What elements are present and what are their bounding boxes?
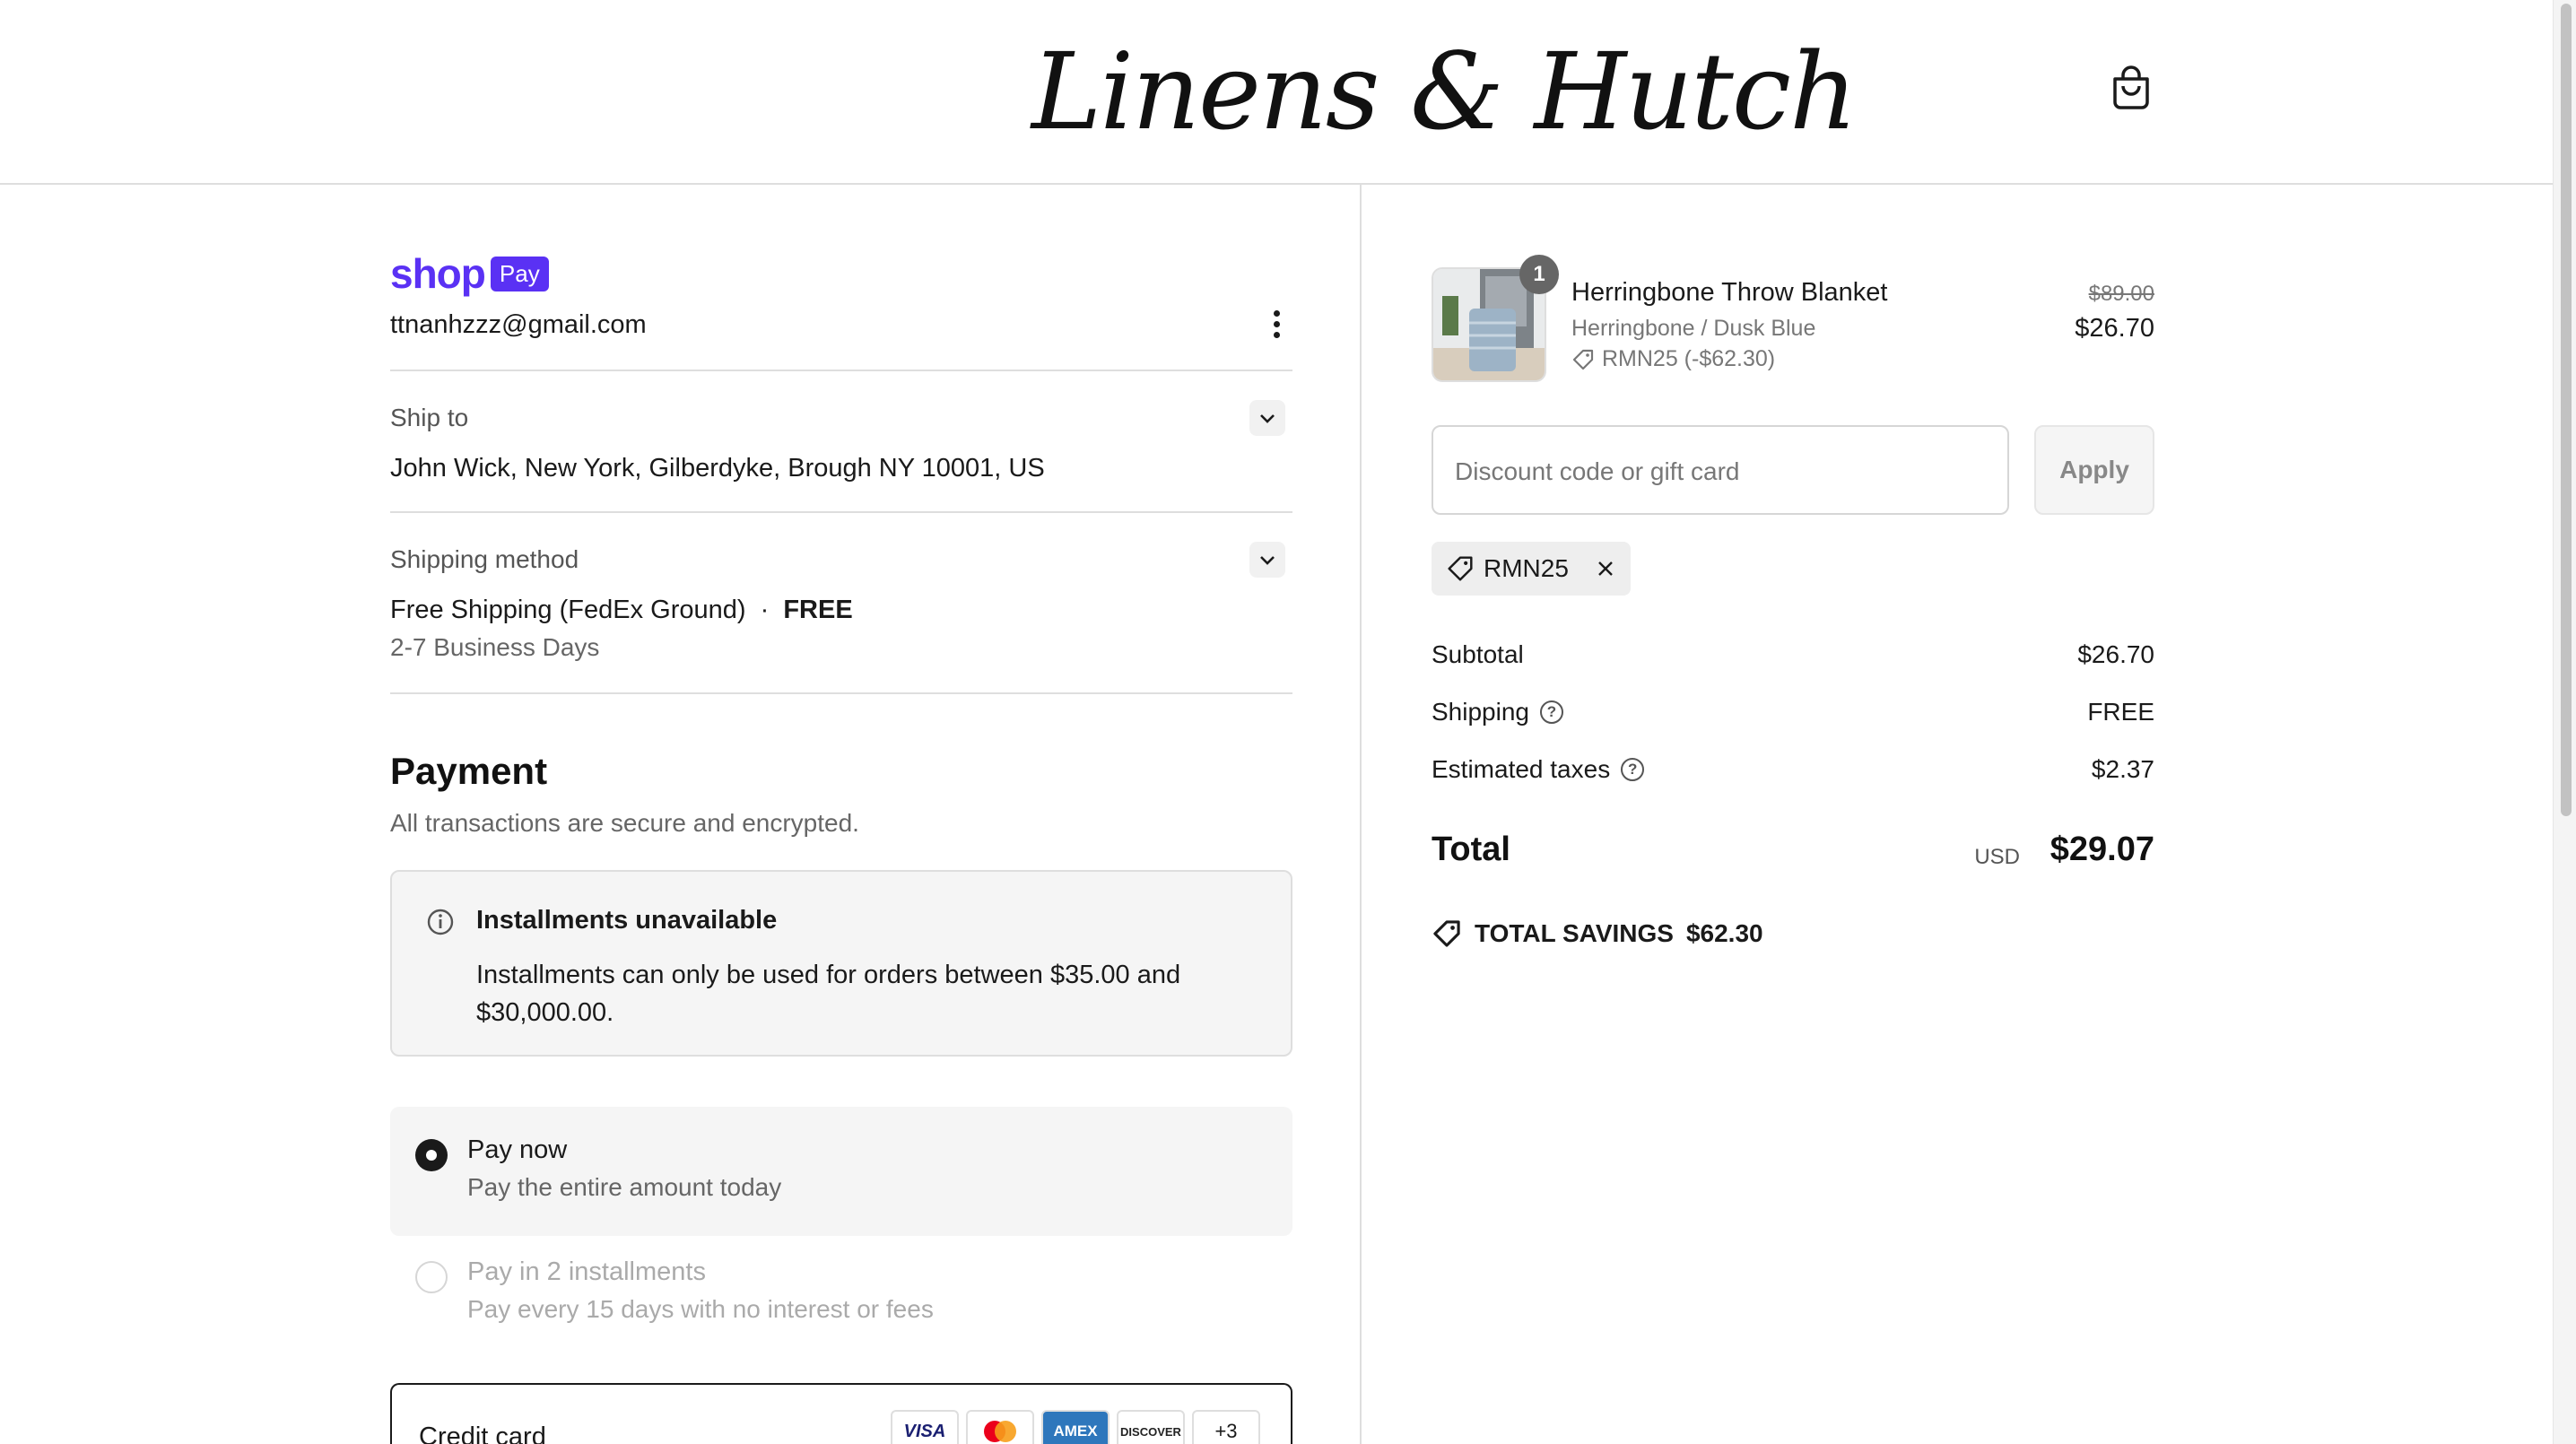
subtotal-value: $26.70 [2077,640,2154,668]
taxes-value: $2.37 [2091,755,2154,783]
product-discount: RMN25 (-$62.30) [1571,346,1775,372]
pay-now-option[interactable]: Pay now Pay the entire amount today [390,1107,1292,1236]
subtotal-label: Subtotal [1432,640,1524,669]
product-discount-text: RMN25 (-$62.30) [1602,346,1776,371]
notice-title: Installments unavailable [476,906,778,935]
discover-icon: DISCOVER [1117,1410,1185,1444]
pay-now-title: Pay now [467,1135,568,1164]
shipping-method-name: Free Shipping (FedEx Ground) [390,596,746,624]
tag-icon [1448,556,1473,581]
ship-to-label: Ship to [390,404,469,431]
chevron-down-icon [1260,556,1275,565]
pay-in-installments-radio[interactable] [415,1261,448,1293]
shop-pay-badge: Pay [490,256,549,291]
installments-notice: Installments unavailable Installments ca… [390,870,1292,1057]
total-savings-value: $62.30 [1685,919,1763,947]
original-price: $89.00 [2088,282,2154,306]
account-email: ttnanhzzz@gmail.com [390,310,647,339]
column-divider [1360,185,1362,1444]
product-name: Herringbone Throw Blanket [1571,278,1888,307]
pay-in-installments-title: Pay in 2 installments [467,1257,706,1286]
ship-to-toggle[interactable] [1249,400,1285,436]
applied-discount-chip: RMN25 [1432,542,1631,596]
help-icon[interactable]: ? [1539,700,1563,724]
apply-button[interactable]: Apply [2034,425,2154,515]
page-scrollbar[interactable] [2553,0,2576,1444]
shipping-method-eta: 2-7 Business Days [390,633,600,661]
product-variant: Herringbone / Dusk Blue [1571,316,1816,341]
close-icon[interactable] [1594,557,1617,580]
discount-code-input[interactable]: Discount code or gift card [1432,425,2009,515]
payment-subtitle: All transactions are secure and encrypte… [390,809,859,837]
divider [390,511,1292,513]
discounted-price: $26.70 [2075,314,2154,343]
shopping-bag-icon[interactable] [2110,65,2153,109]
more-vertical-icon[interactable] [1271,310,1282,346]
pay-now-subtitle: Pay the entire amount today [467,1173,782,1201]
visa-icon: VISA [891,1410,959,1444]
notice-body: Installments can only be used for orders… [476,961,1181,1027]
pay-in-installments-subtitle: Pay every 15 days with no interest or fe… [467,1295,934,1323]
shop-pay-wordmark: shop [390,250,486,297]
shipping-method-price: FREE [783,596,853,624]
pay-now-radio[interactable] [415,1139,448,1171]
total-savings-label: TOTAL SAVINGS [1475,919,1674,947]
taxes-label: Estimated taxes ? [1432,755,1645,784]
credit-card-label: Credit card [419,1422,546,1444]
scrollbar-thumb[interactable] [2561,4,2572,816]
info-icon [427,909,454,935]
more-cards-badge: +3 [1192,1410,1260,1444]
credit-card-option[interactable]: Credit card VISA AMEX DISCOVER +3 [390,1383,1292,1444]
shipping-label-text: Shipping [1432,698,1529,726]
total-savings: TOTAL SAVINGS $62.30 [1432,918,1763,949]
help-icon[interactable]: ? [1621,758,1645,781]
applied-discount-code: RMN25 [1484,554,1569,582]
site-header: Linens & Hutch [0,0,2553,185]
total-value: $29.07 [2049,831,2154,868]
shipping-value: FREE [2087,698,2154,726]
separator-dot: · [760,596,770,624]
quantity-badge: 1 [1519,255,1559,294]
card-brand-list: VISA AMEX DISCOVER +3 [891,1410,1260,1444]
discount-code-placeholder: Discount code or gift card [1455,457,1740,485]
amex-icon: AMEX [1041,1410,1110,1444]
payment-heading: Payment [390,750,548,792]
shipping-method-label: Shipping method [390,545,579,573]
total-currency: USD [1974,845,2020,869]
total-label: Total [1432,831,1510,868]
brand-logo[interactable]: Linens & Hutch [1031,20,1858,163]
tag-icon [1572,349,1594,370]
shipping-label: Shipping ? [1432,698,1563,726]
taxes-label-text: Estimated taxes [1432,755,1611,783]
shipping-method-toggle[interactable] [1249,542,1285,578]
shop-pay-logo: shop Pay [390,249,549,298]
chevron-down-icon [1260,414,1275,423]
divider [390,370,1292,371]
tag-icon [1433,920,1460,947]
mastercard-icon [966,1410,1034,1444]
ship-to-address: John Wick, New York, Gilberdyke, Brough … [390,454,1045,483]
shipping-method-value: Free Shipping (FedEx Ground) · FREE [390,596,853,625]
divider [390,692,1292,694]
subtotal-label-text: Subtotal [1432,640,1524,668]
